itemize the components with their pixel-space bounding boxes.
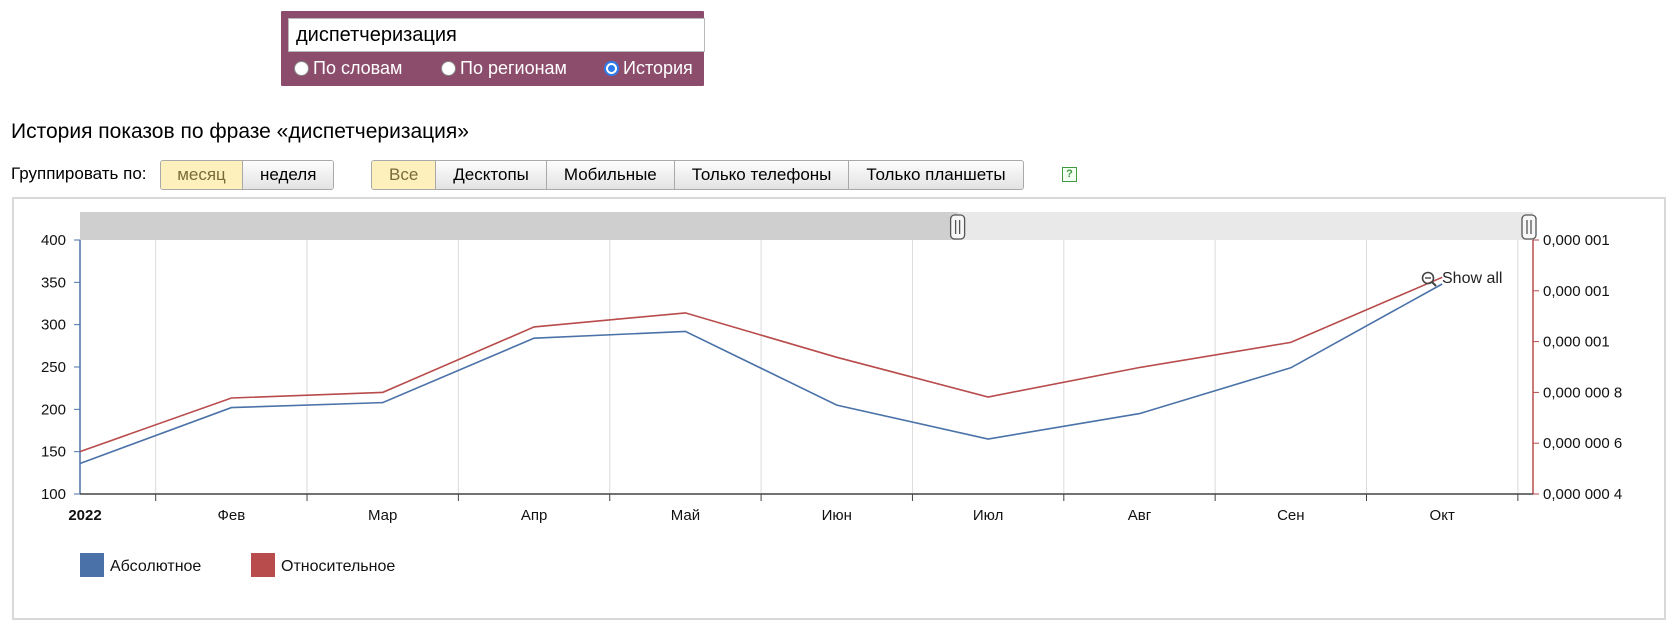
device-phones-button[interactable]: Только телефоны xyxy=(674,161,850,189)
x-axis-tick-label: Авг xyxy=(1128,507,1152,524)
right-axis-tick-label: 0,000 001 xyxy=(1543,232,1610,249)
x-axis-tick-label: Июн xyxy=(822,507,852,524)
question-icon[interactable]: ? xyxy=(1062,167,1077,182)
right-axis-tick-label: 0,000 000 4 xyxy=(1543,486,1622,503)
left-axis-tick-label: 350 xyxy=(41,274,66,291)
group-by-label: Группировать по: xyxy=(11,164,147,183)
legend-swatch-absolute xyxy=(80,553,104,577)
x-axis-tick-label: Сен xyxy=(1277,507,1304,524)
device-filter-buttons: Все Десктопы Мобильные Только телефоны Т… xyxy=(371,160,1024,190)
x-axis-tick-label: Окт xyxy=(1430,507,1455,524)
group-month-button[interactable]: месяц xyxy=(161,161,243,189)
radio-by-words-circle[interactable] xyxy=(294,61,309,76)
left-axis-tick-label: 250 xyxy=(41,359,66,376)
left-axis-tick-label: 300 xyxy=(41,317,66,334)
right-axis-tick-label: 0,000 000 8 xyxy=(1543,384,1622,401)
left-axis-tick-label: 200 xyxy=(41,401,66,418)
chart-axes: 400 350 300 250 200 150 100 0,000 001 0,000 001 0… xyxy=(41,232,1622,524)
left-axis-tick-label: 400 xyxy=(41,232,66,249)
chart-legend: Абсолютное Относительное xyxy=(80,553,395,577)
navigator-mask xyxy=(80,212,958,240)
range-navigator[interactable] xyxy=(80,212,1537,240)
show-all-button[interactable]: Show all xyxy=(1421,270,1503,287)
page-title: История показов по фразе «диспетчеризаци… xyxy=(11,120,469,143)
navigator-left-handle[interactable] xyxy=(949,214,966,240)
search-form: По словам По регионам История xyxy=(281,11,705,86)
radio-by-words-label: По словам xyxy=(313,58,403,78)
x-axis-tick-label: Июл xyxy=(973,507,1003,524)
x-axis-tick-label: 2022 xyxy=(68,507,101,524)
chart-panel: 400 350 300 250 200 150 100 0,000 001 0,000 001 0… xyxy=(12,197,1666,620)
search-input[interactable] xyxy=(288,18,705,52)
x-axis-tick-label: Мар xyxy=(368,507,397,524)
history-chart: 400 350 300 250 200 150 100 0,000 001 0,000 001 0… xyxy=(41,212,1622,577)
radio-by-regions-circle[interactable] xyxy=(441,61,456,76)
device-tablets-button[interactable]: Только планшеты xyxy=(849,161,1023,189)
legend-label-relative: Относительное xyxy=(281,558,395,575)
left-axis-tick-label: 150 xyxy=(41,444,66,461)
device-all-button[interactable]: Все xyxy=(372,161,437,189)
show-all-label: Show all xyxy=(1442,270,1502,287)
group-week-button[interactable]: неделя xyxy=(243,161,334,189)
legend-swatch-relative xyxy=(251,553,275,577)
navigator-right-handle[interactable] xyxy=(1521,214,1537,240)
x-axis-tick-label: Май xyxy=(671,507,700,524)
right-axis-tick-label: 0,000 001 xyxy=(1543,334,1610,351)
chart-grid xyxy=(155,240,1519,494)
x-axis-tick-label: Апр xyxy=(521,507,547,524)
radio-history-circle[interactable] xyxy=(604,61,619,76)
radio-history-label: История xyxy=(623,58,693,78)
legend-label-absolute: Абсолютное xyxy=(110,558,201,575)
radio-by-regions-label: По регионам xyxy=(460,58,567,78)
device-desktop-button[interactable]: Десктопы xyxy=(436,161,547,189)
group-by-buttons: месяц неделя xyxy=(160,160,335,190)
radio-by-words[interactable]: По словам xyxy=(294,58,402,79)
radio-history[interactable]: История xyxy=(604,58,693,79)
left-axis-tick-label: 100 xyxy=(41,486,66,503)
x-axis-tick-label: Фев xyxy=(217,507,245,524)
right-axis-tick-label: 0,000 000 6 xyxy=(1543,435,1622,452)
right-axis-tick-label: 0,000 001 xyxy=(1543,283,1610,300)
device-mobile-button[interactable]: Мобильные xyxy=(546,161,675,189)
radio-by-regions[interactable]: По регионам xyxy=(441,58,567,79)
